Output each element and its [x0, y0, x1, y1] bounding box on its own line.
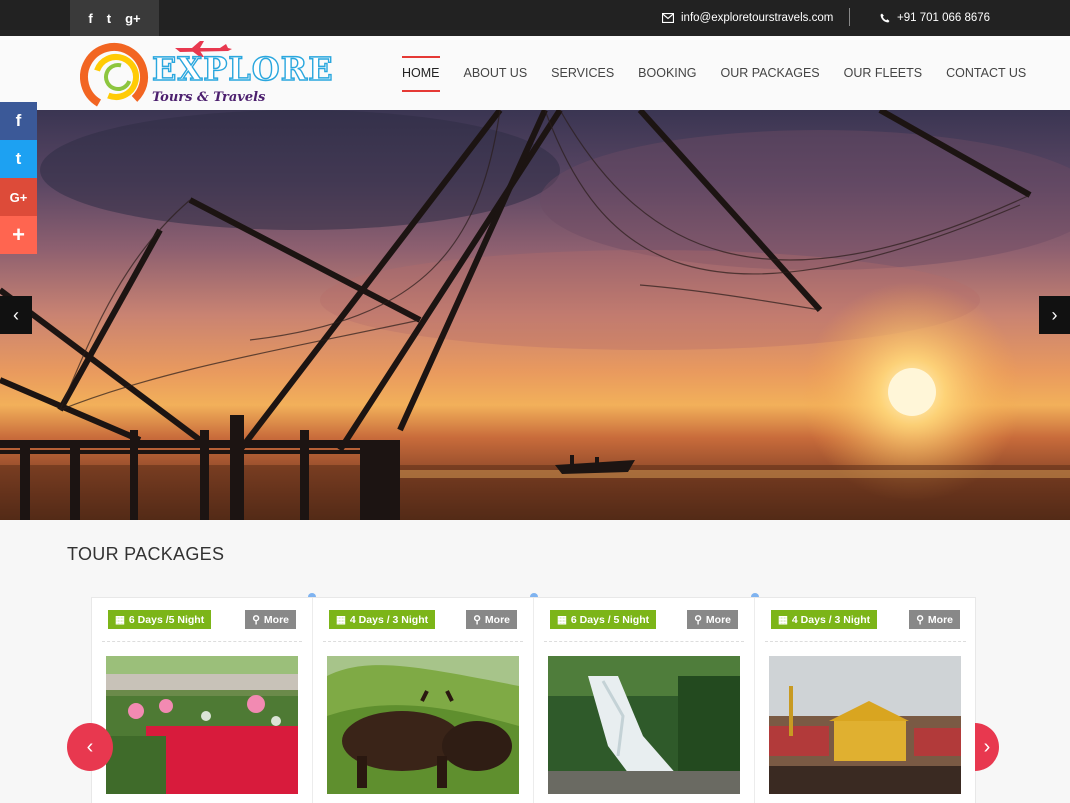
- package-card[interactable]: ▦ 4 Days / 3 Night ⚲ More: [755, 598, 976, 803]
- search-icon: ⚲: [916, 613, 924, 626]
- envelope-icon: [662, 13, 674, 23]
- slider-prev-button[interactable]: ‹: [0, 296, 32, 334]
- calendar-icon: ▦: [336, 613, 346, 626]
- logo-subtitle: Tours & Travels: [152, 90, 266, 105]
- search-icon: ⚲: [252, 613, 260, 626]
- package-image-temple[interactable]: [769, 656, 961, 794]
- duration-badge: ▦ 4 Days / 3 Night: [771, 610, 878, 629]
- duration-badge: ▦ 6 Days /5 Night: [108, 610, 212, 629]
- nav-item-booking[interactable]: BOOKING: [638, 60, 696, 86]
- top-social-links: f t g+: [70, 0, 159, 36]
- slider-next-button[interactable]: ›: [1039, 296, 1070, 334]
- carousel-prev-button[interactable]: ‹: [67, 723, 113, 771]
- packages-carousel: ▦ 6 Days /5 Night ⚲ More ▦ 4 Days / 3 Ni: [91, 597, 976, 803]
- google-plus-icon[interactable]: g+: [125, 11, 141, 26]
- email-text[interactable]: info@exploretourstravels.com: [681, 12, 833, 24]
- side-share-bar: f t G+ +: [0, 102, 37, 254]
- more-label: More: [705, 613, 731, 626]
- share-add-more-icon[interactable]: +: [0, 216, 37, 254]
- nav-item-our-fleets[interactable]: OUR FLEETS: [844, 60, 923, 86]
- hero-sunset-fishing-nets-image: [0, 110, 1070, 520]
- package-card[interactable]: ▦ 4 Days / 3 Night ⚲ More: [313, 598, 534, 803]
- duration-text: 4 Days / 3 Night: [349, 613, 429, 626]
- card-separator: [102, 641, 302, 642]
- site-header: EXPLORE Tours & Travels HOME ABOUT US SE…: [0, 36, 1070, 110]
- more-button[interactable]: ⚲ More: [909, 610, 960, 629]
- top-phone[interactable]: +91 701 066 8676: [880, 0, 990, 36]
- package-card[interactable]: ▦ 6 Days / 5 Night ⚲ More: [534, 598, 755, 803]
- more-button[interactable]: ⚲ More: [466, 610, 517, 629]
- nav-item-home[interactable]: HOME: [402, 56, 440, 92]
- calendar-icon: ▦: [778, 613, 788, 626]
- phone-icon: [880, 13, 890, 23]
- package-image-flower-garden[interactable]: [106, 656, 298, 794]
- top-email[interactable]: info@exploretourstravels.com: [662, 0, 833, 36]
- package-image-bison-hills[interactable]: [327, 656, 519, 794]
- more-button[interactable]: ⚲ More: [245, 610, 296, 629]
- search-icon: ⚲: [473, 613, 481, 626]
- section-title: TOUR PACKAGES: [67, 544, 225, 564]
- card-separator: [544, 641, 744, 642]
- nav-item-services[interactable]: SERVICES: [551, 60, 614, 86]
- search-icon: ⚲: [694, 613, 702, 626]
- logo-title: EXPLORE: [151, 49, 334, 88]
- calendar-icon: ▦: [115, 613, 125, 626]
- duration-text: 6 Days /5 Night: [128, 613, 205, 626]
- twitter-icon[interactable]: t: [107, 11, 111, 26]
- more-label: More: [263, 613, 289, 626]
- more-button[interactable]: ⚲ More: [687, 610, 738, 629]
- duration-text: 4 Days / 3 Night: [791, 613, 871, 626]
- nav-item-contact-us[interactable]: CONTACT US: [946, 60, 1026, 86]
- more-label: More: [484, 613, 510, 626]
- share-google-plus-icon[interactable]: G+: [0, 178, 37, 216]
- carousel-next-button[interactable]: ›: [975, 723, 999, 771]
- top-bar: f t g+ info@exploretourstravels.com +91 …: [0, 0, 1070, 36]
- calendar-icon: ▦: [557, 613, 567, 626]
- duration-text: 6 Days / 5 Night: [570, 613, 650, 626]
- share-facebook-icon[interactable]: f: [0, 102, 37, 140]
- nav-item-our-packages[interactable]: OUR PACKAGES: [721, 60, 820, 86]
- duration-badge: ▦ 4 Days / 3 Night: [329, 610, 436, 629]
- nav-item-about-us[interactable]: ABOUT US: [464, 60, 528, 86]
- hero-slider: ‹ ›: [0, 110, 1070, 520]
- top-divider: [849, 8, 850, 26]
- card-separator: [765, 641, 966, 642]
- main-nav: HOME ABOUT US SERVICES BOOKING OUR PACKA…: [402, 36, 1050, 110]
- duration-badge: ▦ 6 Days / 5 Night: [550, 610, 657, 629]
- more-label: More: [927, 613, 953, 626]
- card-separator: [323, 641, 523, 642]
- facebook-icon[interactable]: f: [88, 11, 92, 26]
- site-logo[interactable]: EXPLORE Tours & Travels: [80, 40, 333, 108]
- phone-text[interactable]: +91 701 066 8676: [897, 12, 990, 24]
- package-card[interactable]: ▦ 6 Days /5 Night ⚲ More: [92, 598, 313, 803]
- package-image-waterfall[interactable]: [548, 656, 740, 794]
- share-twitter-icon[interactable]: t: [0, 140, 37, 178]
